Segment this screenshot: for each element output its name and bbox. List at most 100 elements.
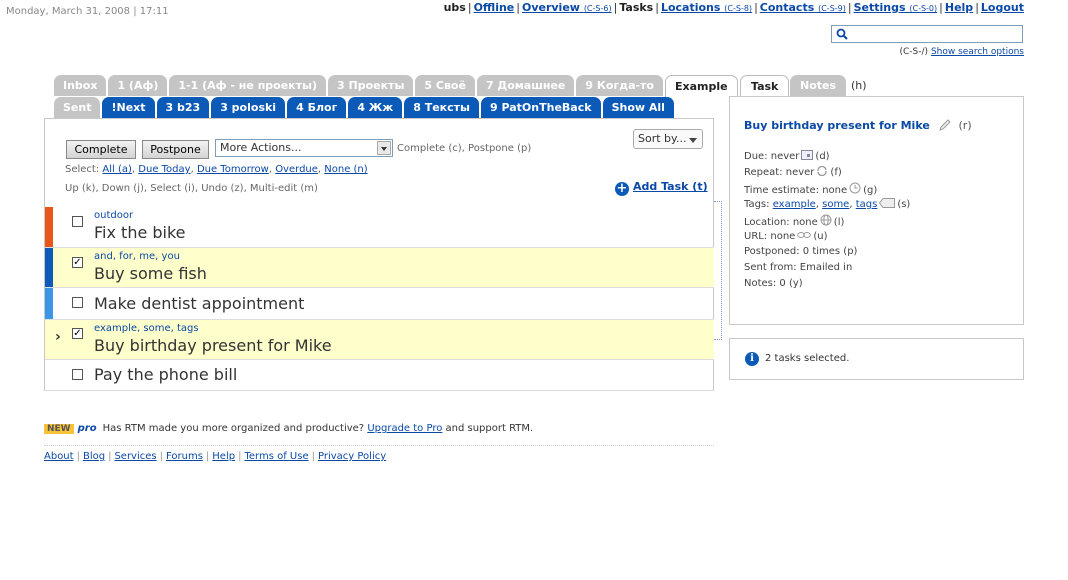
tab-example[interactable]: Example (665, 75, 738, 97)
tab-9-когда-то[interactable]: 9 Когда-то (576, 75, 663, 96)
task-checkbox[interactable]: ✓ (72, 257, 83, 268)
repeat-field[interactable]: Repeat: never (f) (744, 166, 842, 178)
show-search-options-link[interactable]: Show search options (931, 47, 1024, 57)
selection-status-box: i 2 tasks selected. (729, 338, 1024, 380)
footer-link-help[interactable]: Help (212, 451, 235, 462)
due-field[interactable]: Due: never (d) (744, 150, 830, 162)
tab-9-patontheback[interactable]: 9 PatOnTheBack (481, 97, 601, 118)
navigation-shortcuts-hint: Up (k), Down (j), Select (i), Undo (z), … (65, 183, 318, 194)
tab-1-аф[interactable]: 1 (Аф) (108, 75, 168, 96)
footer-link-blog[interactable]: Blog (83, 451, 105, 462)
tab-7-домашнее[interactable]: 7 Домашнее (476, 75, 575, 96)
time-estimate-field[interactable]: Time estimate: none (g) (744, 182, 877, 196)
tab-1-1-аф-не-проекты[interactable]: 1-1 (Аф - не проекты) (169, 75, 327, 96)
top-navigation: ubs | Offline | Overview (C-S-6) | Tasks | Locat… (443, 1, 1024, 14)
settings-link[interactable]: Settings (C-S-0) (854, 1, 938, 14)
postponed-field: Postponed: 0 times (p) (744, 246, 858, 257)
list-tabs-row-1: Inbox 1 (Аф) 1-1 (Аф - не проекты) 3 Проект… (54, 75, 738, 97)
logout-link[interactable]: Logout (981, 1, 1024, 14)
task-row[interactable]: ✓ and, for, me, you Buy some fish (45, 248, 714, 288)
select-due-tomorrow-link[interactable]: Due Tomorrow (197, 164, 269, 175)
task-checkbox[interactable] (72, 297, 83, 308)
tab-inbox[interactable]: Inbox (54, 75, 107, 96)
search-box (831, 25, 1023, 43)
overview-link[interactable]: Overview (C-S-6) (522, 1, 612, 14)
complete-button[interactable]: Complete (66, 140, 136, 159)
task-checkbox[interactable]: ✓ (72, 328, 83, 339)
info-icon: i (745, 352, 759, 366)
sent-from-field: Sent from: Emailed in (744, 262, 853, 273)
footer-link-privacy-policy[interactable]: Privacy Policy (318, 451, 386, 462)
select-none-link[interactable]: None (n) (324, 164, 367, 175)
tab-4-блог[interactable]: 4 Блог (287, 97, 347, 118)
tabs-shortcut-hint: (h) (851, 79, 867, 92)
select-all-link[interactable]: All (a) (102, 164, 132, 175)
tag-some-link[interactable]: some (822, 199, 849, 210)
add-task-link[interactable]: + Add Task (t) (615, 180, 708, 196)
locations-link[interactable]: Locations (C-S-8) (661, 1, 752, 14)
task-checkbox[interactable] (72, 216, 83, 227)
tab-8-тексты[interactable]: 8 Тексты (404, 97, 479, 118)
task-name[interactable]: Buy birthday present for Mike (94, 336, 332, 355)
help-link[interactable]: Help (945, 1, 973, 14)
sort-by-dropdown[interactable]: Sort by... (633, 129, 703, 149)
chevron-down-icon (377, 141, 391, 155)
search-input[interactable] (850, 27, 1020, 41)
pro-promo: NEW pro Has RTM made you more organized an… (44, 423, 533, 434)
task-name[interactable]: Buy some fish (94, 264, 207, 283)
location-field[interactable]: Location: none (l) (744, 214, 844, 228)
footer-link-forums[interactable]: Forums (166, 451, 203, 462)
task-tags[interactable]: outdoor (94, 210, 133, 221)
task-detail-title[interactable]: Buy birthday present for Mike (r) (744, 118, 972, 132)
pencil-icon[interactable] (938, 118, 952, 132)
footer-link-about[interactable]: About (44, 451, 74, 462)
select-due-today-link[interactable]: Due Today (138, 164, 190, 175)
task-tags[interactable]: example, some, tags (94, 323, 199, 334)
footer-links: About | Blog | Services | Forums | Help | Terms of… (44, 451, 387, 462)
tab-notes[interactable]: Notes (790, 75, 847, 96)
tab-3-проекты[interactable]: 3 Проекты (328, 75, 414, 96)
postpone-button[interactable]: Postpone (142, 140, 209, 159)
more-actions-select[interactable]: More Actions... (215, 139, 393, 157)
task-row[interactable]: outdoor Fix the bike (45, 207, 714, 248)
select-overdue-link[interactable]: Overdue (275, 164, 318, 175)
notes-count-field: Notes: 0 (y) (744, 278, 803, 289)
tab-4-жж[interactable]: 4 Жж (348, 97, 403, 118)
repeat-icon (817, 166, 828, 176)
url-field[interactable]: URL: none (u) (744, 230, 827, 242)
tab-next[interactable]: !Next (102, 97, 155, 118)
tab-task-details[interactable]: Task (740, 75, 790, 97)
priority-bar (45, 248, 53, 287)
tag-example-link[interactable]: example (773, 199, 816, 210)
search-icon (836, 28, 848, 40)
task-tags[interactable]: and, for, me, you (94, 251, 180, 262)
priority-bar (45, 207, 53, 247)
footer-link-terms-of-use[interactable]: Terms of Use (244, 451, 308, 462)
upgrade-to-pro-link[interactable]: Upgrade to Pro (367, 423, 442, 434)
task-row[interactable]: Make dentist appointment (45, 288, 714, 320)
footer-link-services[interactable]: Services (114, 451, 156, 462)
tab-5-своё[interactable]: 5 Своё (415, 75, 475, 96)
username: ubs (443, 1, 466, 14)
tab-3-poloski[interactable]: 3 poloski (211, 97, 286, 118)
tasks-nav-current: Tasks (619, 1, 654, 14)
contacts-link[interactable]: Contacts (C-S-9) (760, 1, 846, 14)
tag-tags-link[interactable]: tags (856, 199, 878, 210)
task-name[interactable]: Fix the bike (94, 223, 186, 242)
tag-icon[interactable] (879, 198, 896, 208)
tags-field: Tags: example, some, tags (s) (744, 198, 911, 210)
task-row[interactable]: › ✓ example, some, tags Buy birthday presen… (45, 320, 714, 360)
priority-bar (45, 288, 53, 319)
clock-icon (849, 182, 861, 194)
new-badge: NEW (44, 424, 74, 434)
offline-link[interactable]: Offline (474, 1, 515, 14)
task-row[interactable]: Pay the phone bill (45, 360, 714, 391)
tab-3-b23[interactable]: 3 b23 (156, 97, 210, 118)
task-name[interactable]: Make dentist appointment (94, 294, 304, 313)
task-checkbox[interactable] (72, 369, 83, 380)
selection-status-text: 2 tasks selected. (765, 353, 850, 364)
globe-icon (820, 214, 832, 226)
tab-sent[interactable]: Sent (54, 97, 101, 118)
tab-show-all[interactable]: Show All (602, 97, 674, 118)
task-name[interactable]: Pay the phone bill (94, 365, 237, 384)
